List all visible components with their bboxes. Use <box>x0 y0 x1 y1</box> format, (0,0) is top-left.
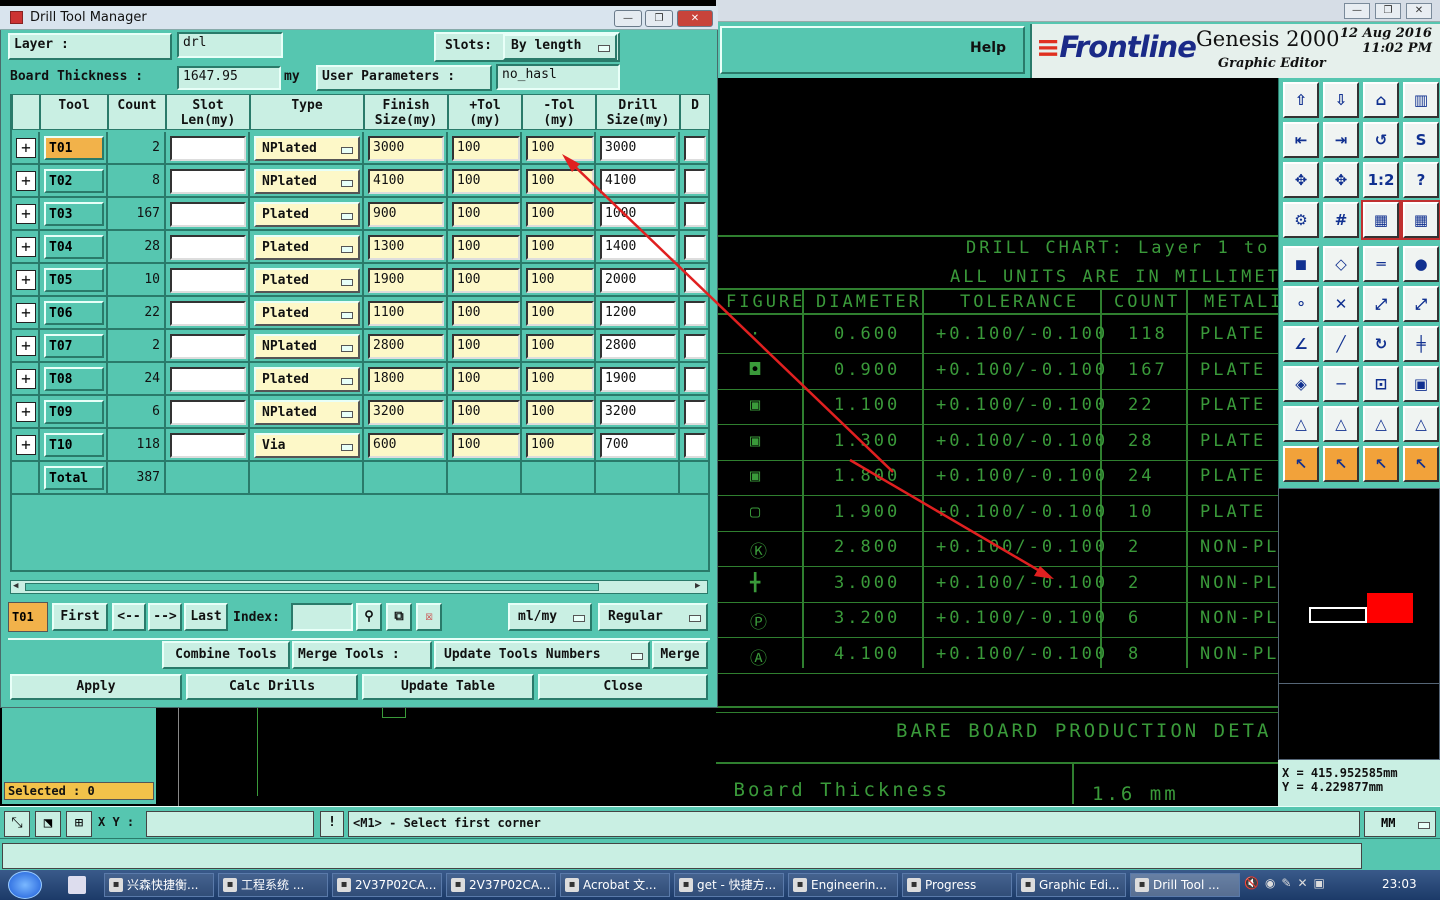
arrow-to-chart <box>849 458 1051 579</box>
annotation-arrows <box>562 154 1054 579</box>
arrow-to-minus-tol <box>565 157 894 473</box>
